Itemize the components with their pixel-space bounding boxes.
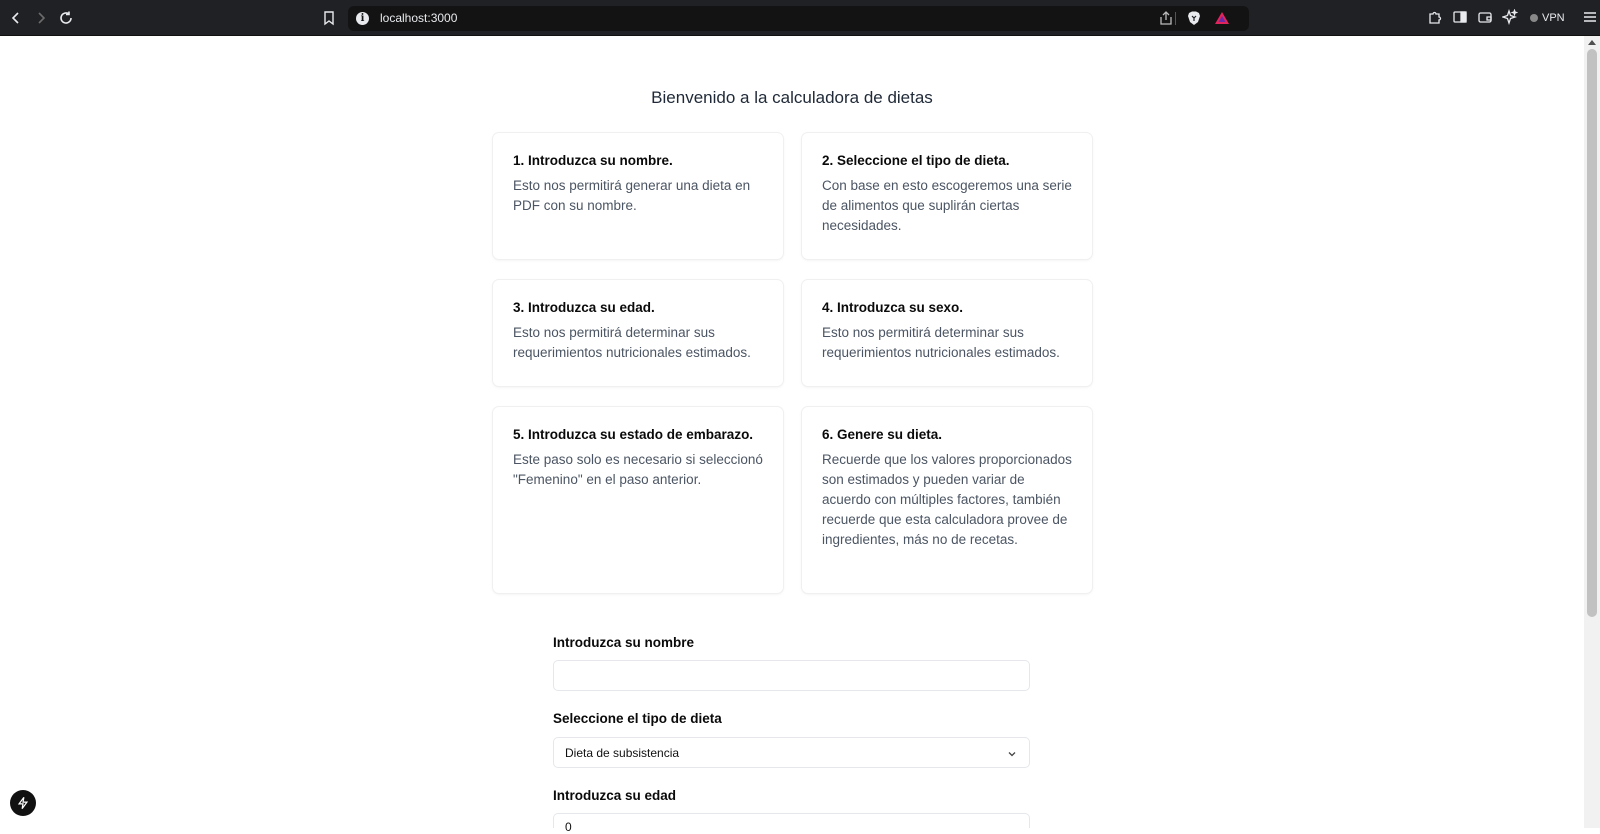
chevron-down-icon	[1007, 748, 1017, 758]
step-title: 6. Genere su dieta.	[822, 427, 943, 442]
info-icon[interactable]: i	[356, 12, 369, 25]
lightning-icon[interactable]	[10, 790, 36, 816]
step-text: Esto nos permitirá determinar sus requer…	[822, 325, 1060, 360]
puzzle-icon[interactable]	[1427, 9, 1443, 25]
age-value: 0	[565, 820, 572, 834]
sidebar-icon[interactable]	[1452, 9, 1468, 25]
page-title: Bienvenido a la calculadora de dietas	[651, 88, 933, 107]
share-icon[interactable]	[1158, 10, 1174, 26]
diet-type-select[interactable]: Dieta de subsistencia	[553, 737, 1030, 768]
age-input[interactable]: 0	[553, 813, 1030, 834]
age-label: Introduzca su edad	[553, 788, 677, 803]
step-card-1: 1. Introduzca su nombre. Esto nos permit…	[493, 133, 783, 259]
url-text[interactable]: localhost:3000	[380, 11, 457, 25]
diet-type-label: Seleccione el tipo de dieta	[553, 711, 722, 726]
step-text: Este paso solo es necesario si seleccion…	[513, 452, 763, 487]
hamburger-icon[interactable]	[1582, 9, 1598, 25]
step-text: Esto nos permitirá determinar sus requer…	[513, 325, 751, 360]
step-title: 4. Introduzca su sexo.	[822, 300, 964, 315]
step-card-4: 4. Introduzca su sexo. Esto nos permitir…	[802, 280, 1092, 386]
vpn-button[interactable]: VPN	[1526, 9, 1569, 27]
diet-type-value: Dieta de subsistencia	[565, 746, 680, 760]
step-text: Con base en esto escogeremos una serie d…	[822, 178, 1072, 233]
separator	[1175, 12, 1176, 25]
name-label: Introduzca su nombre	[553, 635, 695, 650]
name-input[interactable]	[553, 660, 1030, 691]
step-title: 3. Introduzca su edad.	[513, 300, 655, 315]
sparkle-icon[interactable]	[1500, 8, 1519, 26]
arrow-right-icon[interactable]	[31, 8, 51, 28]
reload-icon[interactable]	[56, 8, 76, 28]
rewards-triangle-icon[interactable]	[1214, 10, 1230, 26]
step-title: 5. Introduzca su estado de embarazo.	[513, 427, 754, 442]
step-card-5: 5. Introduzca su estado de embarazo. Est…	[493, 407, 783, 593]
browser-toolbar: i localhost:3000 VPN	[0, 0, 1600, 36]
arrow-left-icon[interactable]	[6, 8, 26, 28]
step-card-6: 6. Genere su dieta. Recuerde que los val…	[802, 407, 1092, 593]
step-text: Esto nos permitirá generar una dieta en …	[513, 178, 751, 213]
step-text: Recuerde que los valores proporcionados …	[822, 452, 1072, 547]
step-title: 2. Seleccione el tipo de dieta.	[822, 153, 1010, 168]
scrollbar-thumb[interactable]	[1587, 49, 1597, 617]
bookmark-icon[interactable]	[319, 8, 339, 28]
brave-lion-icon[interactable]	[1186, 10, 1202, 26]
step-card-2: 2. Seleccione el tipo de dieta. Con base…	[802, 133, 1092, 259]
vpn-label: VPN	[1542, 12, 1565, 24]
step-card-3: 3. Introduzca su edad. Esto nos permitir…	[493, 280, 783, 386]
step-title: 1. Introduzca su nombre.	[513, 153, 673, 168]
scroll-up-icon[interactable]	[1588, 40, 1596, 45]
wallet-icon[interactable]	[1477, 9, 1493, 25]
address-bar[interactable]: i localhost:3000	[348, 6, 1249, 31]
vpn-status-icon	[1530, 14, 1538, 22]
